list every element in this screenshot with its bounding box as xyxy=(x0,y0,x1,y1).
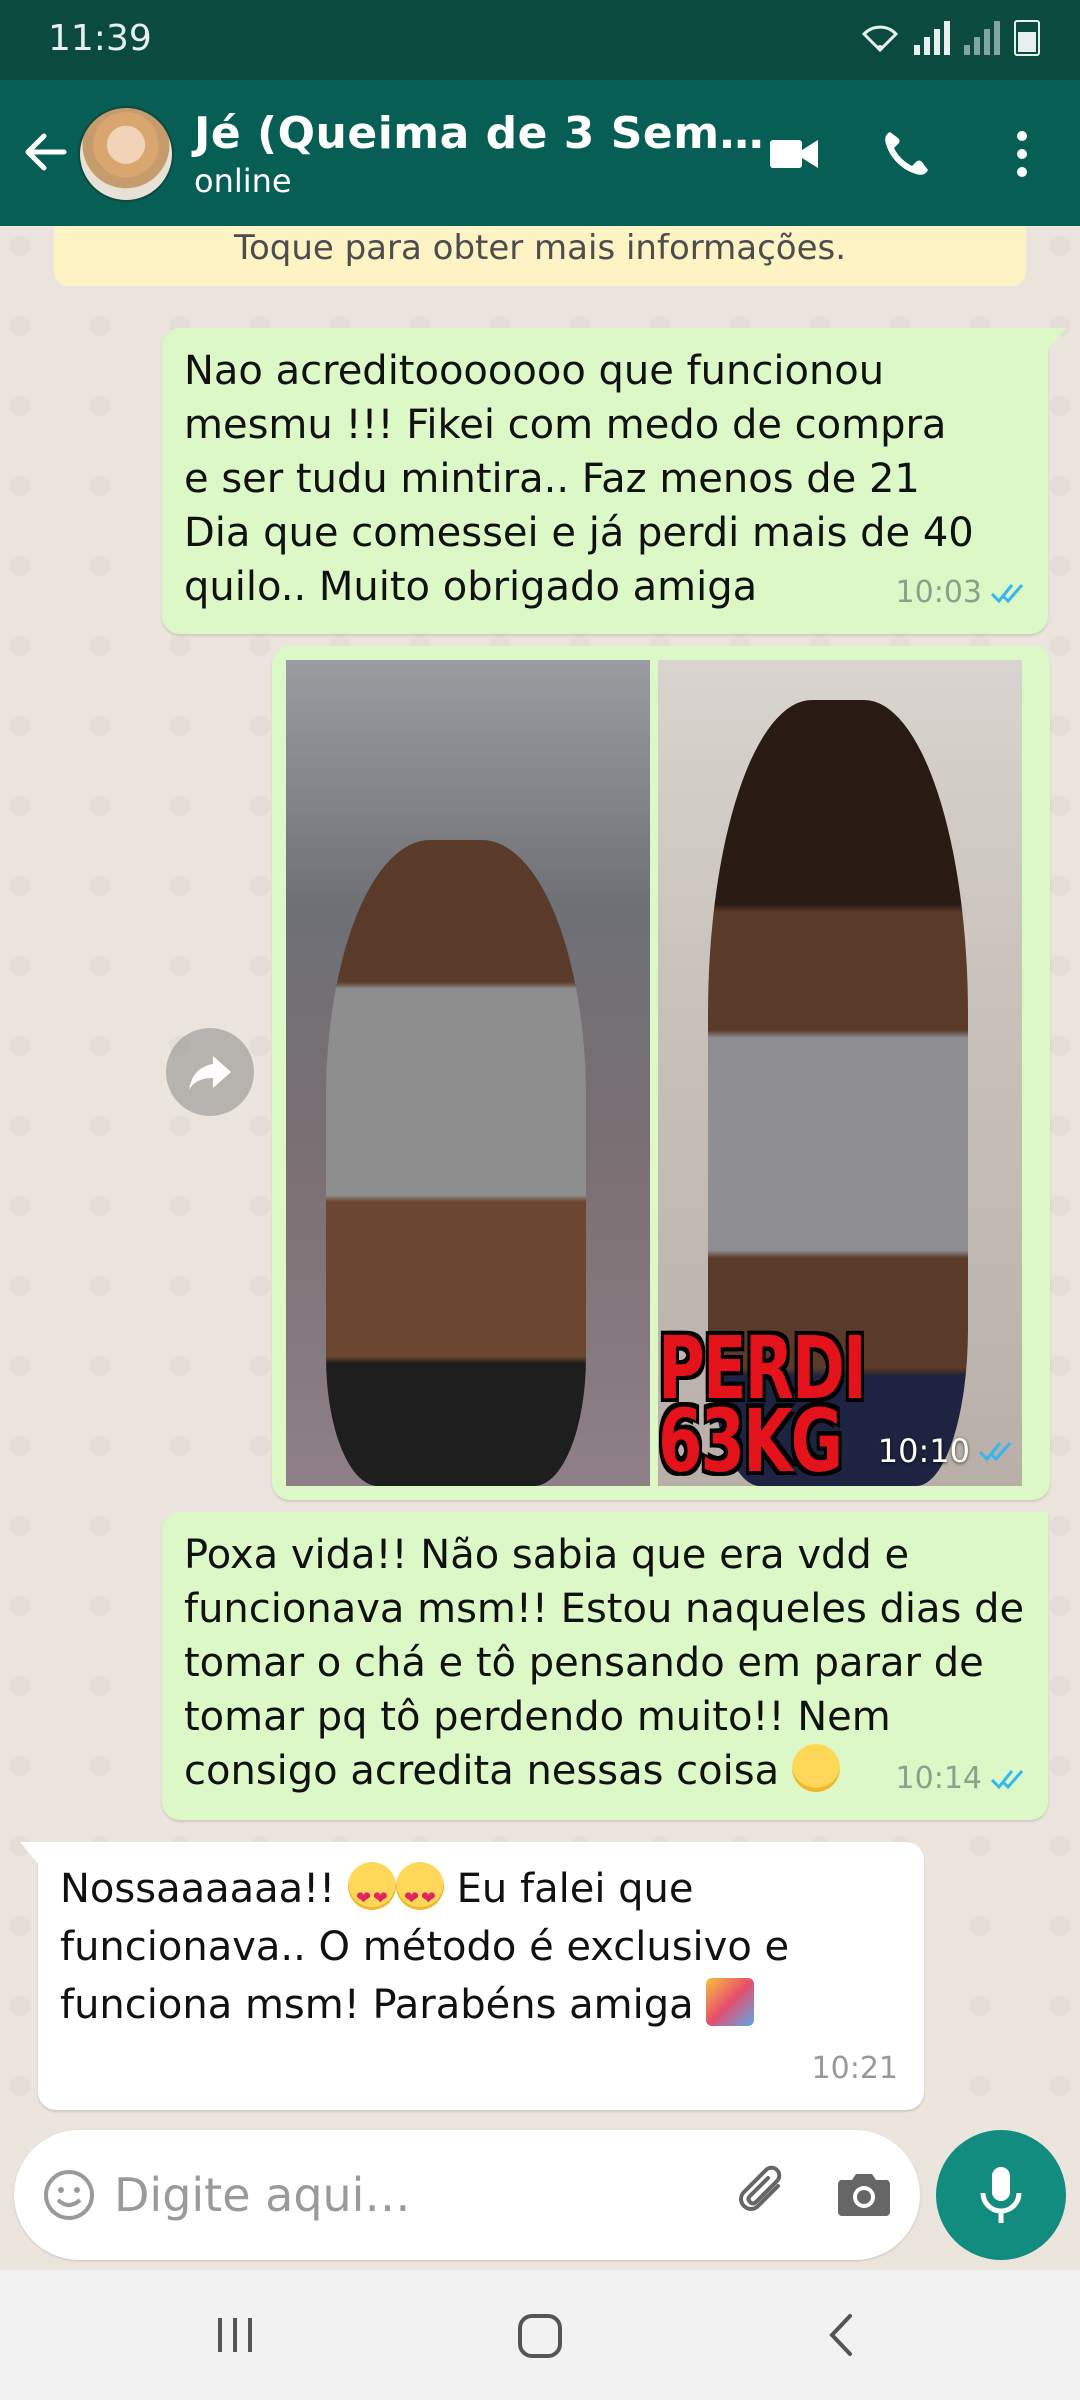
party-popper-emoji-icon xyxy=(706,1978,755,2026)
heart-eyes-emoji-icon xyxy=(395,1862,444,1928)
message-meta: 10:21 xyxy=(812,2042,898,2096)
message-outgoing[interactable]: Poxa vida!! Não sabia que era vdd e func… xyxy=(162,1512,1048,1820)
message-text: Nossaaaaaa!! Eu falei que funcionava.. O… xyxy=(60,1860,864,2034)
battery-icon xyxy=(1014,20,1040,56)
back-arrow-icon[interactable] xyxy=(18,124,74,180)
avatar[interactable] xyxy=(78,106,174,202)
status-time: 11:39 xyxy=(48,18,152,59)
recent-apps-icon[interactable] xyxy=(210,2310,260,2360)
double-check-icon xyxy=(978,1442,1012,1462)
attach-icon[interactable] xyxy=(734,2164,794,2224)
system-nav-bar xyxy=(0,2270,1080,2400)
input-placeholder: Digite aqui… xyxy=(114,2168,411,2222)
message-time: 10:10 xyxy=(877,1432,970,1470)
laughing-emoji-icon xyxy=(791,1744,840,1792)
bubble-tail xyxy=(1046,328,1066,352)
message-meta: 10:10 xyxy=(878,1424,1016,1478)
contact-status: online xyxy=(194,162,292,200)
wifi-icon xyxy=(861,25,899,53)
after-photo[interactable]: PERDI 63KG xyxy=(658,660,1022,1486)
message-text-part1: Nossaaaaaa!! xyxy=(60,1866,336,1912)
message-outgoing[interactable]: Nao acreditooooooo que funcionou mesmu !… xyxy=(162,328,1066,634)
camera-icon[interactable] xyxy=(834,2166,894,2222)
forward-icon xyxy=(189,1056,231,1090)
message-outgoing-image[interactable]: PERDI 63KG 10:10 xyxy=(272,646,1050,1500)
phone-call-icon[interactable] xyxy=(876,124,936,184)
double-check-icon xyxy=(990,1770,1024,1790)
encryption-info-banner[interactable]: Toque para obter mais informações. xyxy=(54,226,1026,286)
forward-button[interactable] xyxy=(166,1028,254,1116)
chat-header: Jé (Queima de 3 Sem… online xyxy=(0,80,1080,226)
message-time: 10:03 xyxy=(895,575,982,610)
bubble-tail xyxy=(20,1842,40,1866)
emoji-icon[interactable] xyxy=(42,2168,96,2222)
status-bar: 11:39 xyxy=(0,0,1080,80)
message-time: 10:14 xyxy=(895,1761,982,1796)
video-call-icon[interactable] xyxy=(764,124,824,184)
signal-icon-2 xyxy=(964,21,1000,55)
message-text: Nao acreditooooooo que funcionou mesmu !… xyxy=(184,348,974,610)
message-input[interactable]: Digite aqui… xyxy=(14,2130,920,2260)
message-time: 10:21 xyxy=(811,2051,898,2086)
back-nav-icon[interactable] xyxy=(818,2310,868,2360)
photo-figure xyxy=(326,840,586,1486)
message-meta: 10:03 xyxy=(896,566,1028,620)
signal-icon xyxy=(914,21,950,55)
double-check-icon xyxy=(990,584,1024,604)
heart-eyes-emoji-icon xyxy=(347,1862,396,1928)
before-photo[interactable] xyxy=(286,660,650,1486)
message-incoming[interactable]: Nossaaaaaa!! Eu falei que funcionava.. O… xyxy=(20,1842,924,2110)
microphone-icon xyxy=(980,2167,1022,2223)
message-meta: 10:14 xyxy=(896,1752,1028,1806)
mic-button[interactable] xyxy=(936,2130,1066,2260)
home-icon[interactable] xyxy=(512,2308,568,2364)
chat-area[interactable]: Toque para obter mais informações. Nao a… xyxy=(0,226,1080,2130)
message-input-bar: Digite aqui… xyxy=(0,2130,1080,2270)
more-options-icon[interactable] xyxy=(992,124,1052,184)
status-icons xyxy=(860,20,1040,56)
contact-name[interactable]: Jé (Queima de 3 Sem… xyxy=(194,108,764,159)
